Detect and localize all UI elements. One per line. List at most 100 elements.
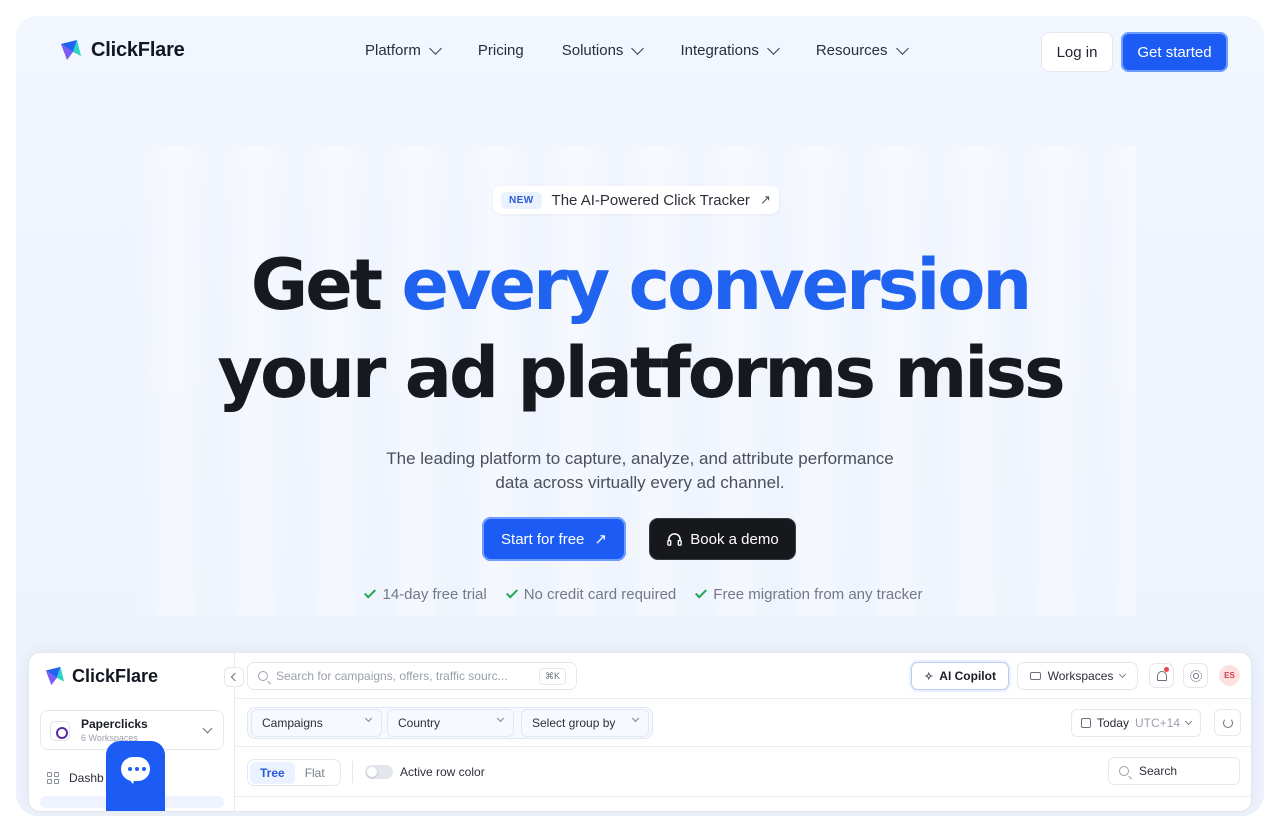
book-demo-label: Book a demo (690, 530, 779, 548)
chevron-down-icon (1184, 717, 1193, 726)
benefit-item: 14-day free trial (364, 586, 487, 603)
gear-icon (1189, 669, 1202, 682)
table-search-input[interactable]: Search (1108, 757, 1240, 785)
timezone-label: UTC+14 (1134, 716, 1181, 730)
start-for-free-button[interactable]: Start for free ↗ (482, 517, 626, 561)
chevron-down-icon (202, 723, 213, 734)
search-shortcut: ⌘K (538, 667, 566, 685)
benefit-list: 14-day free trial No credit card require… (0, 586, 1280, 603)
headline-line-1: Get every conversion (0, 250, 1280, 320)
sidebar-item-label: Dashb (69, 771, 104, 785)
nav-platform-label: Platform (365, 42, 421, 59)
checkmark-icon (695, 586, 708, 599)
campaigns-select[interactable]: Campaigns (251, 709, 382, 737)
refresh-button[interactable] (1214, 709, 1241, 736)
date-range-select[interactable]: Today UTC+14 (1071, 709, 1201, 737)
search-placeholder: Search for campaigns, offers, traffic so… (276, 669, 508, 683)
benefit-label: No credit card required (523, 586, 677, 603)
checkmark-icon (505, 586, 518, 599)
workspace-logo-icon (50, 721, 70, 741)
workspaces-dropdown[interactable]: Workspaces (1017, 662, 1138, 690)
nav-resources[interactable]: Resources (815, 42, 909, 59)
date-label: Today (1096, 716, 1129, 730)
group-by-select-label: Select group by (532, 716, 616, 730)
notifications-button[interactable] (1149, 663, 1174, 688)
nav-resources-label: Resources (815, 42, 888, 59)
top-navigation: ClickFlare Platform Pricing Solutions In… (0, 0, 1280, 104)
nav-solutions-label: Solutions (561, 42, 624, 59)
view-options-bar: Tree Flat Active row color Search (235, 747, 1251, 797)
benefit-item: Free migration from any tracker (695, 586, 923, 603)
chevron-down-icon (766, 42, 780, 55)
app-brand: ClickFlare (44, 665, 158, 687)
chevron-down-icon (631, 714, 640, 723)
settings-button[interactable] (1183, 663, 1208, 688)
chevron-down-icon (496, 714, 505, 723)
ai-copilot-label: AI Copilot (939, 669, 996, 683)
sidebar-item-dashboard[interactable]: Dashb (47, 771, 104, 785)
country-select[interactable]: Country (387, 709, 514, 737)
subheadline-line-2: data across virtually every ad channel. (495, 473, 785, 492)
benefit-label: Free migration from any tracker (713, 586, 923, 603)
chat-widget-button[interactable] (106, 741, 165, 811)
brand-logo[interactable]: ClickFlare (59, 38, 185, 62)
chevron-down-icon (364, 714, 373, 723)
headline-line-2: your ad platforms miss (217, 332, 1065, 414)
table-search-label: Search (1139, 764, 1178, 778)
start-for-free-label: Start for free (501, 530, 585, 548)
book-demo-button[interactable]: Book a demo (649, 518, 796, 560)
get-started-button[interactable]: Get started (1121, 32, 1228, 72)
nav-pricing-label: Pricing (477, 42, 524, 59)
workspace-name: Paperclicks (81, 717, 148, 731)
announcement-badge[interactable]: NEW The AI-Powered Click Tracker ↗ (493, 186, 779, 214)
toggle-label: Active row color (400, 765, 485, 779)
notification-dot (1164, 667, 1169, 672)
chat-dots (128, 767, 146, 771)
refresh-icon (1222, 717, 1233, 728)
badge-text: The AI-Powered Click Tracker (551, 191, 750, 209)
bell-icon (1156, 670, 1167, 681)
headset-icon (667, 532, 683, 546)
global-search-input[interactable]: Search for campaigns, offers, traffic so… (247, 662, 577, 690)
chevron-down-icon (1119, 670, 1127, 679)
arrow-up-right-icon: ↗ (759, 192, 771, 207)
headline-highlight: every conversion (401, 244, 1033, 326)
monitor-icon (1029, 672, 1041, 680)
brand-name: ClickFlare (91, 38, 185, 61)
nav-integrations-label: Integrations (680, 42, 759, 59)
tab-flat[interactable]: Flat (297, 762, 333, 784)
clickflare-logo-icon (45, 666, 65, 686)
benefit-item: No credit card required (505, 586, 677, 603)
tab-tree[interactable]: Tree (250, 761, 295, 784)
app-preview: ClickFlare Paperclicks 6 Workspaces Dash… (28, 652, 1252, 812)
headline-get: Get (250, 244, 402, 326)
clickflare-logo-icon (61, 40, 81, 60)
ai-copilot-button[interactable]: ✧ AI Copilot (911, 662, 1009, 690)
country-select-label: Country (398, 716, 441, 730)
calendar-icon (1081, 718, 1091, 728)
nav-menu: Platform Pricing Solutions Integrations … (365, 42, 945, 59)
nav-integrations[interactable]: Integrations (680, 42, 780, 59)
nav-pricing[interactable]: Pricing (478, 42, 524, 59)
search-icon (1119, 766, 1129, 776)
search-icon (258, 671, 268, 681)
filter-bar: Campaigns Country Select group by Today … (235, 699, 1251, 747)
checkmark-icon (364, 586, 377, 599)
subheadline-line-1: The leading platform to capture, analyze… (386, 449, 894, 468)
app-brand-name: ClickFlare (72, 665, 159, 686)
active-row-color-toggle[interactable] (365, 765, 393, 779)
chevron-down-icon (895, 42, 909, 55)
arrow-up-right-icon: ↗ (594, 531, 607, 548)
workspaces-label: Workspaces (1047, 669, 1114, 683)
avatar[interactable]: ES (1219, 665, 1240, 686)
new-tag: NEW (501, 191, 542, 209)
group-by-select[interactable]: Select group by (521, 709, 649, 737)
nav-platform[interactable]: Platform (365, 42, 442, 59)
divider (352, 761, 353, 783)
nav-solutions[interactable]: Solutions (561, 42, 645, 59)
campaigns-select-label: Campaigns (262, 716, 323, 730)
chat-icon (121, 757, 150, 784)
chevron-down-icon (631, 42, 645, 55)
dashboard-icon (47, 772, 59, 784)
login-button[interactable]: Log in (1041, 32, 1113, 72)
